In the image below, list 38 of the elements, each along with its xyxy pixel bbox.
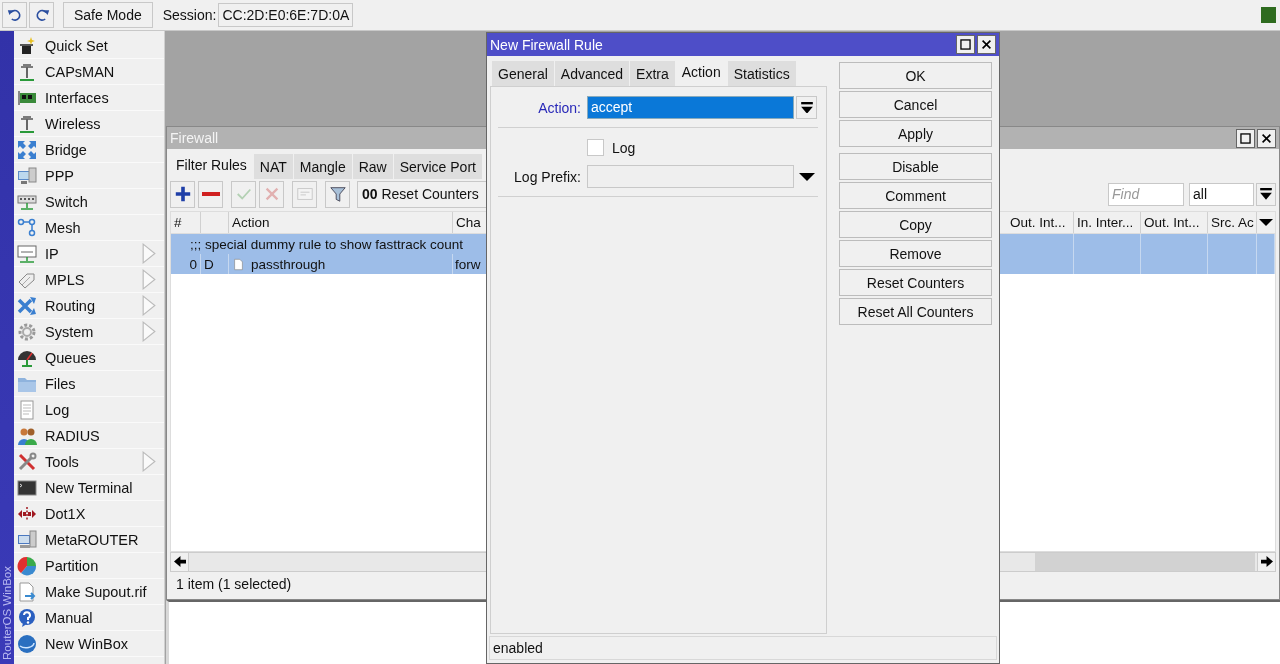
sidebar-label: Dot1X (45, 505, 86, 522)
checkbox-label: Log (612, 139, 636, 156)
window-title: Firewall (170, 130, 219, 146)
sidebar-label: Queues (45, 349, 96, 366)
sidebar-label: Bridge (45, 141, 87, 158)
table-cell: D (201, 254, 229, 274)
sidebar-label: Quick Set (45, 37, 108, 54)
sidebar-label: RADIUS (45, 427, 100, 444)
field-label: Action: (537, 99, 581, 116)
sidebar-label: Files (45, 375, 76, 392)
sidebar-label: System (45, 323, 94, 340)
sidebar-label: MetaROUTER (45, 531, 139, 548)
action-text: passthrough (251, 256, 326, 272)
sidebar-label: IP (45, 245, 59, 262)
sidebar-label: Interfaces (45, 89, 109, 106)
status-text: 1 item (1 selected) (175, 575, 293, 594)
sidebar-label: PPP (45, 167, 74, 184)
table-cell: 0 (171, 254, 201, 274)
comment-text: ;;; special dummy rule to show fasttrack count (189, 235, 465, 254)
status-text: enabled (489, 636, 997, 660)
sidebar-label: Switch (45, 193, 88, 210)
table-cell-text: forw (454, 255, 482, 274)
session-label: Session: (162, 7, 217, 23)
sidebar-label: New WinBox (45, 635, 128, 652)
sidebar-label: New Terminal (45, 479, 133, 496)
sidebar-label: Wireless (45, 115, 101, 132)
sidebar-label: Tools (45, 453, 79, 470)
brand-text: RouterOS WinBox (1, 566, 13, 660)
sidebar-label: Make Supout.rif (45, 583, 147, 600)
field-label: Log Prefix: (513, 168, 581, 185)
sidebar-label: Mesh (45, 219, 81, 236)
sidebar-label: Log (45, 401, 70, 418)
sidebar-label: Manual (45, 609, 93, 626)
sidebar-label: MPLS (45, 271, 85, 288)
sidebar-label: Routing (45, 297, 95, 314)
window-title: New Firewall Rule (490, 36, 603, 53)
sidebar-label: Partition (45, 557, 99, 574)
sidebar-label: CAPsMAN (45, 63, 115, 80)
